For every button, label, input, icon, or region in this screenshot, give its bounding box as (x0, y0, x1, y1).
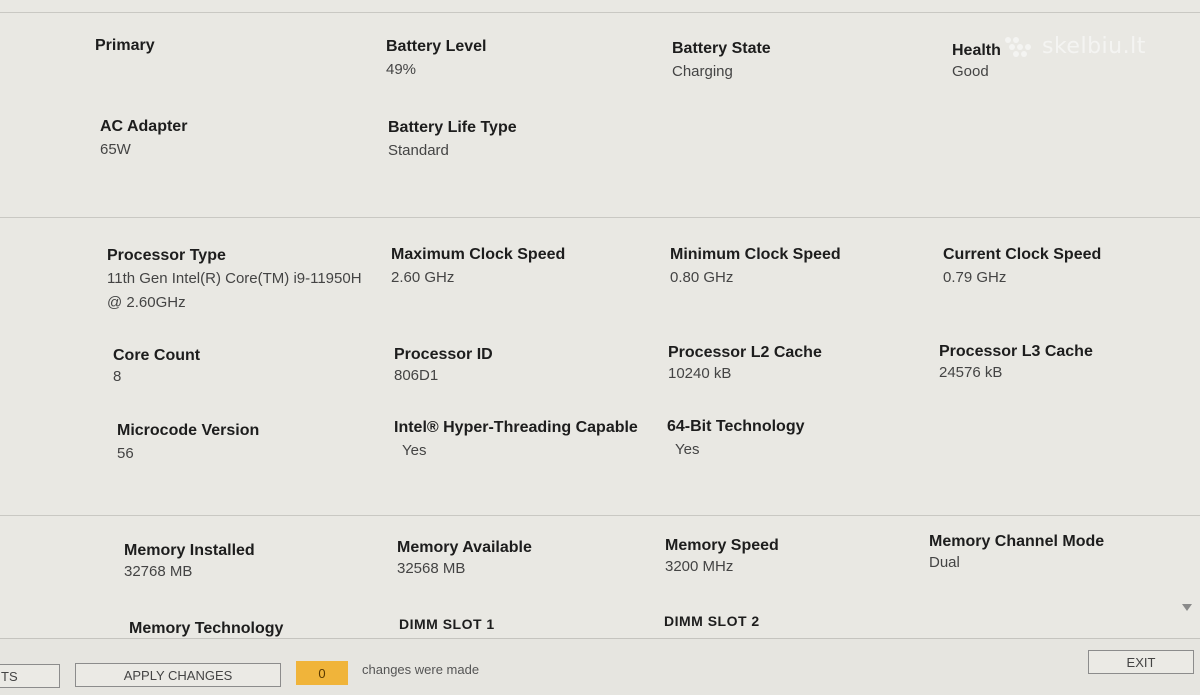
scroll-down-arrow-icon[interactable] (1182, 604, 1192, 611)
l2-cache-label: Processor L2 Cache (668, 344, 822, 361)
min-clock-value: 0.80 GHz (670, 269, 734, 286)
memory-technology-label: Memory Technology (129, 620, 284, 637)
battery-level-value: 49% (386, 61, 417, 78)
memory-available-value: 32568 MB (397, 560, 466, 577)
battery-state-value: Charging (672, 63, 733, 80)
current-clock-label: Current Clock Speed (943, 246, 1102, 263)
exit-button[interactable]: EXIT (1088, 650, 1194, 674)
battery-state-field: Battery State Charging (672, 40, 771, 84)
dots-logo-icon (1005, 36, 1031, 57)
processor-id-value: 806D1 (394, 367, 439, 384)
max-clock-value: 2.60 GHz (391, 269, 455, 286)
ac-adapter-value: 65W (100, 141, 131, 158)
min-clock-label: Minimum Clock Speed (670, 246, 841, 263)
primary-label: Primary (95, 37, 155, 54)
l2-cache-value: 10240 kB (668, 365, 732, 382)
memory-installed-label: Memory Installed (124, 542, 255, 559)
left-partial-button[interactable]: TS (0, 664, 60, 688)
memory-channel-mode-field: Memory Channel Mode Dual (929, 533, 1104, 575)
health-value: Good (952, 63, 989, 80)
battery-processor-divider (0, 217, 1200, 218)
dimm-slot-2-field: DIMM SLOT 2 (664, 613, 760, 629)
max-clock-field: Maximum Clock Speed 2.60 GHz (391, 246, 565, 290)
changes-status-text: changes were made (362, 662, 480, 677)
core-count-value: 8 (113, 368, 122, 385)
hyper-threading-label: Intel® Hyper-Threading Capable (394, 419, 638, 436)
memory-installed-field: Memory Installed 32768 MB (124, 542, 255, 584)
microcode-label: Microcode Version (117, 422, 260, 439)
memory-speed-field: Memory Speed 3200 MHz (665, 537, 779, 579)
memory-available-label: Memory Available (397, 539, 532, 556)
health-field: Health Good (952, 42, 1001, 84)
battery-level-field: Battery Level 49% (386, 38, 487, 82)
memory-technology-field: Memory Technology (129, 620, 283, 638)
apply-changes-label: APPLY CHANGES (123, 667, 233, 683)
memory-installed-value: 32768 MB (124, 563, 193, 580)
hyper-threading-value: Yes (402, 442, 427, 459)
battery-life-type-field: Battery Life Type Standard (388, 119, 517, 163)
left-partial-button-label: TS (1, 668, 18, 684)
memory-channel-mode-value: Dual (929, 554, 960, 571)
max-clock-label: Maximum Clock Speed (391, 246, 566, 263)
bit64-value: Yes (675, 441, 700, 458)
ac-adapter-label: AC Adapter (100, 118, 188, 135)
processor-type-label: Processor Type (107, 247, 226, 264)
dimm-slot-1-label: DIMM SLOT 1 (399, 616, 495, 632)
l3-cache-value: 24576 kB (939, 364, 1003, 381)
memory-speed-value: 3200 MHz (665, 558, 734, 575)
dimm-slot-1-field: DIMM SLOT 1 (399, 616, 495, 632)
apply-changes-button[interactable]: APPLY CHANGES (75, 663, 281, 687)
processor-type-value: 11th Gen Intel(R) Core(TM) i9-11950H @ 2… (107, 267, 362, 315)
core-count-label: Core Count (113, 347, 201, 364)
bit64-field: 64-Bit Technology Yes (667, 418, 805, 462)
current-clock-value: 0.79 GHz (943, 269, 1007, 286)
l3-cache-label: Processor L3 Cache (939, 343, 1093, 360)
l2-cache-field: Processor L2 Cache 10240 kB (668, 344, 822, 386)
core-count-field: Core Count 8 (113, 347, 200, 389)
processor-memory-divider (0, 515, 1200, 516)
l3-cache-field: Processor L3 Cache 24576 kB (939, 343, 1093, 385)
microcode-value: 56 (117, 445, 134, 462)
battery-state-label: Battery State (672, 40, 771, 57)
changes-count-badge: 0 (296, 661, 348, 685)
processor-type-field: Processor Type 11th Gen Intel(R) Core(TM… (107, 247, 362, 315)
watermark-text: skelbiu.lt (1042, 34, 1146, 59)
ac-adapter-field: AC Adapter 65W (100, 118, 187, 162)
top-divider (0, 12, 1200, 13)
primary-battery-field: Primary (95, 37, 155, 55)
battery-life-type-label: Battery Life Type (388, 119, 517, 136)
memory-channel-mode-label: Memory Channel Mode (929, 533, 1105, 550)
memory-speed-label: Memory Speed (665, 537, 779, 554)
bit64-label: 64-Bit Technology (667, 418, 805, 435)
processor-type-value-line2: @ 2.60GHz (107, 294, 186, 311)
exit-label: EXIT (1126, 654, 1156, 670)
processor-type-value-line1: 11th Gen Intel(R) Core(TM) i9-11950H (107, 270, 362, 287)
current-clock-field: Current Clock Speed 0.79 GHz (943, 246, 1101, 290)
watermark: skelbiu.lt (1004, 34, 1146, 59)
processor-id-label: Processor ID (394, 346, 493, 363)
health-label: Health (952, 42, 1001, 59)
hyper-threading-field: Intel® Hyper-Threading Capable Yes (394, 419, 638, 463)
battery-level-label: Battery Level (386, 38, 487, 55)
battery-life-type-value: Standard (388, 142, 449, 159)
dimm-slot-2-label: DIMM SLOT 2 (664, 613, 760, 629)
processor-id-field: Processor ID 806D1 (394, 346, 493, 388)
memory-available-field: Memory Available 32568 MB (397, 539, 532, 581)
min-clock-field: Minimum Clock Speed 0.80 GHz (670, 246, 841, 290)
microcode-field: Microcode Version 56 (117, 422, 259, 466)
